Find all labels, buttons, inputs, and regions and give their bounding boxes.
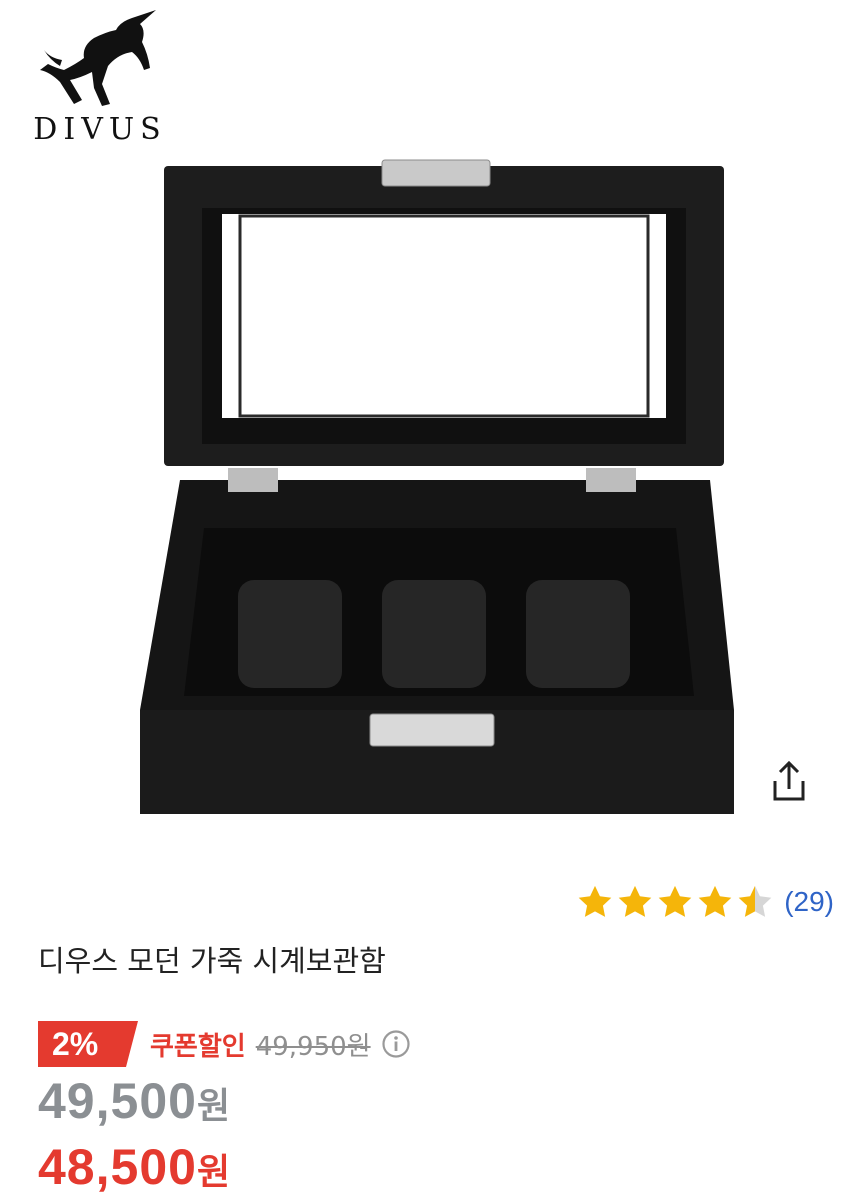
product-title: 디우스 모던 가죽 시계보관함 [38, 944, 386, 978]
share-icon [773, 760, 805, 801]
original-price: 49,950원 [255, 1031, 371, 1062]
star-full-icon [618, 885, 652, 917]
current-price: 49,500원 [38, 1072, 231, 1130]
brand-logo: DIVUS [20, 8, 180, 148]
rating-summary[interactable]: (29) [576, 880, 834, 924]
currency-unit: 원 [196, 1086, 232, 1127]
coupon-price-number: 48,500 [38, 1139, 197, 1195]
star-full-icon [578, 885, 612, 917]
star-full-icon [698, 885, 732, 917]
rearing-unicorn-icon [40, 10, 156, 106]
coupon-price: 48,500원 [38, 1138, 231, 1196]
currency-unit: 원 [196, 1152, 232, 1193]
coupon-label: 쿠폰할인 [150, 1031, 246, 1062]
review-count[interactable]: (29) [784, 886, 834, 918]
star-half-icon [738, 885, 772, 917]
info-icon[interactable] [381, 1029, 411, 1059]
star-full-icon [658, 885, 692, 917]
discount-badge: 2% [38, 1021, 138, 1067]
product-image [140, 159, 734, 814]
brand-name: DIVUS [33, 112, 167, 147]
share-button[interactable] [764, 756, 814, 806]
current-price-number: 49,500 [38, 1073, 197, 1129]
product-hero: DIVUS [0, 0, 862, 860]
discount-percent: 2% [52, 1025, 99, 1062]
discount-row: 2% 쿠폰할인 49,950원 [38, 1020, 411, 1068]
